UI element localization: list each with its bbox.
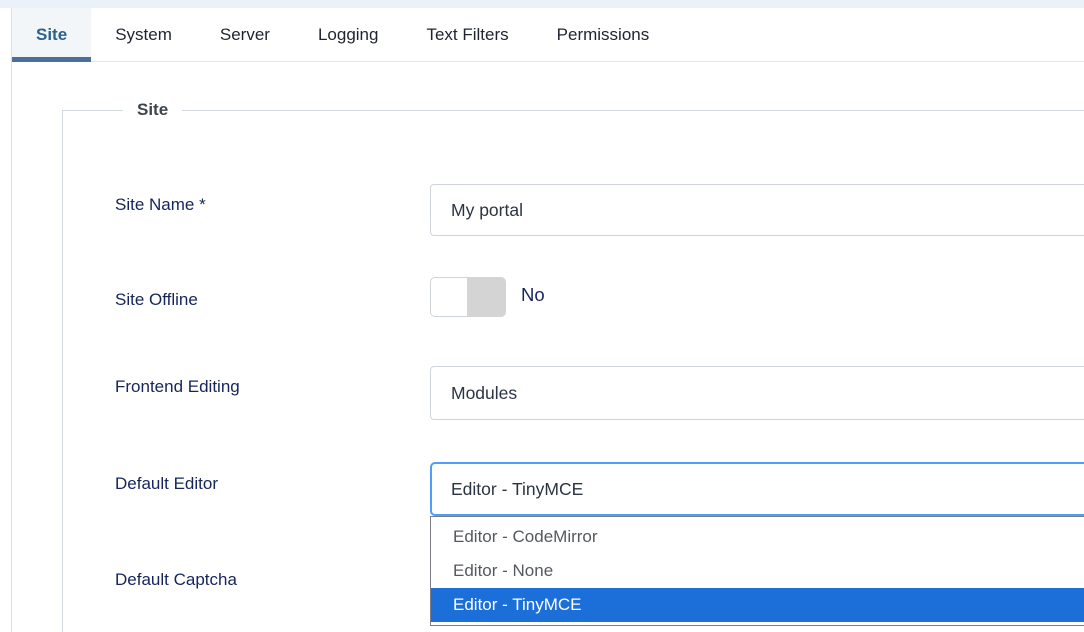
default-captcha-label: Default Captcha: [115, 568, 410, 592]
frontend-editing-select[interactable]: Modules: [430, 366, 1084, 420]
site-offline-value: No: [521, 284, 545, 306]
toggle-knob: [430, 277, 468, 317]
global-configuration-page: Site System Server Logging Text Filters …: [0, 0, 1084, 632]
dropdown-option-tinymce[interactable]: Editor - TinyMCE: [431, 588, 1084, 622]
tab-text-filters-label: Text Filters: [426, 25, 508, 45]
site-offline-label: Site Offline: [115, 288, 410, 312]
default-editor-dropdown: Editor - CodeMirror Editor - None Editor…: [430, 516, 1084, 626]
site-offline-toggle[interactable]: [430, 277, 506, 317]
tab-server[interactable]: Server: [196, 8, 294, 61]
page-top-strip: [0, 0, 1084, 8]
default-editor-label: Default Editor: [115, 472, 410, 496]
site-name-label: Site Name *: [115, 193, 410, 217]
tab-logging[interactable]: Logging: [294, 8, 403, 61]
default-editor-value: Editor - TinyMCE: [451, 479, 583, 500]
toggle-track: [468, 277, 506, 317]
tab-system[interactable]: System: [91, 8, 196, 61]
tab-logging-label: Logging: [318, 25, 379, 45]
tab-system-label: System: [115, 25, 172, 45]
frontend-editing-value: Modules: [451, 383, 517, 404]
site-name-input[interactable]: [430, 184, 1084, 236]
frontend-editing-label: Frontend Editing: [115, 375, 410, 399]
tab-permissions[interactable]: Permissions: [533, 8, 674, 61]
site-fieldset-legend: Site: [123, 100, 182, 120]
tab-site[interactable]: Site: [12, 8, 91, 61]
dropdown-option-none[interactable]: Editor - None: [431, 554, 1084, 588]
tab-server-label: Server: [220, 25, 270, 45]
default-editor-select[interactable]: Editor - TinyMCE: [430, 462, 1084, 516]
tab-text-filters[interactable]: Text Filters: [402, 8, 532, 61]
tab-permissions-label: Permissions: [557, 25, 650, 45]
config-tabbar: Site System Server Logging Text Filters …: [12, 8, 1084, 62]
card-left-border: [11, 8, 12, 632]
dropdown-option-codemirror[interactable]: Editor - CodeMirror: [431, 520, 1084, 554]
tab-site-label: Site: [36, 25, 67, 45]
